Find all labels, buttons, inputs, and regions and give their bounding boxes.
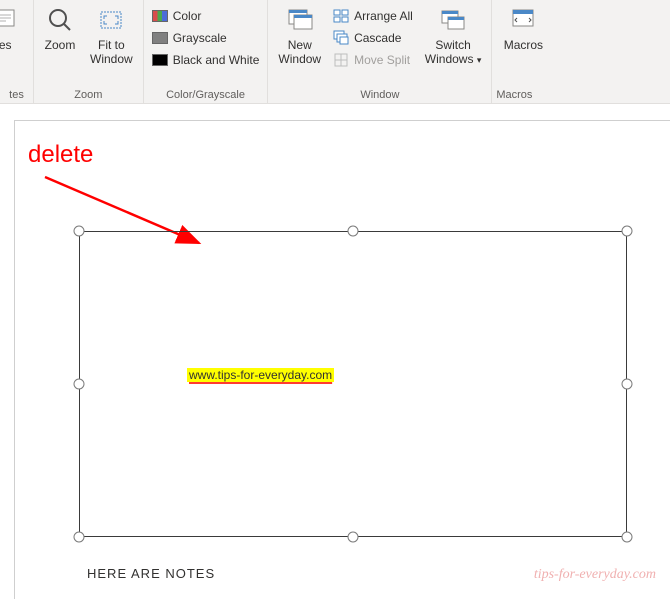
fit-to-window-label: Fit to Window: [90, 38, 133, 67]
group-label-notes: tes: [9, 89, 24, 103]
cascade-button[interactable]: Cascade: [329, 28, 417, 48]
ribbon-group-macros: Macros Macros: [492, 0, 536, 103]
switch-windows-icon: [437, 4, 469, 36]
grayscale-swatch-icon: [152, 30, 168, 46]
notes-button[interactable]: tes: [0, 2, 26, 54]
move-split-button: Move Split: [329, 50, 417, 70]
fit-to-window-button[interactable]: Fit to Window: [84, 2, 139, 69]
switch-windows-label: Switch Windows ▾: [425, 38, 482, 67]
grayscale-button[interactable]: Grayscale: [148, 28, 264, 48]
resize-handle-br[interactable]: [622, 532, 633, 543]
color-button[interactable]: Color: [148, 6, 264, 26]
bw-label: Black and White: [173, 53, 260, 67]
notes-label: tes: [0, 38, 12, 52]
notes-text[interactable]: HERE ARE NOTES: [87, 566, 215, 581]
slide-text[interactable]: www.tips-for-everyday.com: [187, 366, 334, 384]
text-box-border: [79, 231, 627, 537]
switch-windows-button[interactable]: Switch Windows ▾: [419, 2, 488, 69]
color-swatch-icon: [152, 8, 168, 24]
zoom-button[interactable]: Zoom: [38, 2, 82, 54]
resize-handle-tl[interactable]: [74, 226, 85, 237]
ribbon-group-window: New Window Arrange All Cascade: [268, 0, 492, 103]
bw-swatch-icon: [152, 52, 168, 68]
cascade-icon: [333, 30, 349, 46]
notes-icon: [0, 4, 20, 36]
workspace: delete www.tips-for-everyday.com: [0, 104, 670, 599]
group-label-zoom: Zoom: [74, 89, 102, 103]
new-window-icon: [284, 4, 316, 36]
macros-label: Macros: [504, 38, 543, 52]
ribbon-group-zoom: Zoom Fit to Window Zoom: [34, 0, 144, 103]
group-label-color: Color/Grayscale: [166, 89, 245, 103]
document-canvas[interactable]: delete www.tips-for-everyday.com: [14, 120, 670, 599]
new-window-button[interactable]: New Window: [272, 2, 327, 69]
ribbon-group-color: Color Grayscale Black and White Color/Gr…: [144, 0, 269, 103]
text-box-frame[interactable]: www.tips-for-everyday.com: [79, 231, 627, 537]
macros-button[interactable]: Macros: [498, 2, 549, 54]
chevron-down-icon: ▾: [477, 55, 482, 65]
slide-link-text: www.tips-for-everyday.com: [187, 368, 334, 382]
arrange-all-label: Arrange All: [354, 9, 413, 23]
black-white-button[interactable]: Black and White: [148, 50, 264, 70]
arrange-all-icon: [333, 8, 349, 24]
group-label-window: Window: [360, 89, 399, 103]
group-label-macros: Macros: [496, 89, 532, 103]
resize-handle-bm[interactable]: [348, 532, 359, 543]
watermark-text: tips-for-everyday.com: [534, 567, 656, 583]
macros-icon: [507, 4, 539, 36]
new-window-label: New Window: [278, 38, 321, 67]
resize-handle-tr[interactable]: [622, 226, 633, 237]
annotation-delete-label: delete: [28, 141, 93, 169]
grayscale-label: Grayscale: [173, 31, 227, 45]
magnifier-icon: [44, 4, 76, 36]
cascade-label: Cascade: [354, 31, 401, 45]
ribbon-group-notes: tes tes: [0, 0, 34, 103]
resize-handle-bl[interactable]: [74, 532, 85, 543]
ribbon: tes tes Zoom Fit to Window Zoom: [0, 0, 670, 104]
move-split-label: Move Split: [354, 53, 410, 67]
resize-handle-mr[interactable]: [622, 379, 633, 390]
resize-handle-tm[interactable]: [348, 226, 359, 237]
move-split-icon: [333, 52, 349, 68]
color-label: Color: [173, 9, 202, 23]
fit-window-icon: [95, 4, 127, 36]
resize-handle-ml[interactable]: [74, 379, 85, 390]
arrange-all-button[interactable]: Arrange All: [329, 6, 417, 26]
zoom-label: Zoom: [45, 38, 76, 52]
